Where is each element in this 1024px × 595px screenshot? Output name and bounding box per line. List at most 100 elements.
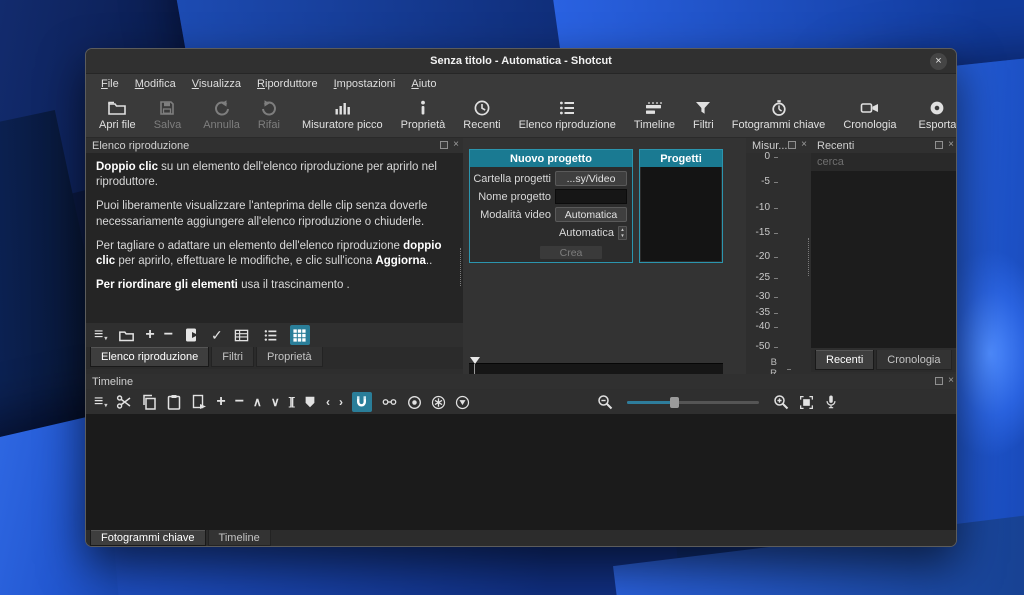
ripple-all-tracks-button[interactable]: [455, 395, 470, 410]
project-name-input[interactable]: [555, 189, 627, 204]
save-button[interactable]: Salva: [145, 93, 191, 137]
timeline-remove-button[interactable]: −: [235, 394, 244, 410]
save-icon: [158, 99, 176, 117]
marker-button[interactable]: [303, 395, 317, 409]
project-folder-button[interactable]: ...sy/Video: [555, 171, 627, 186]
filters-button[interactable]: Filtri: [684, 93, 723, 137]
playlist-open-button[interactable]: [116, 325, 136, 345]
clock-icon: [473, 99, 491, 117]
search-placeholder: cerca: [817, 156, 844, 168]
window-title: Senza titolo - Automatica - Shotcut: [430, 55, 612, 67]
playhead-icon[interactable]: [470, 357, 480, 364]
split-button[interactable]: ][: [289, 397, 294, 408]
playlist-toolbar: ≡▾ + − ✓: [86, 323, 463, 347]
copy-button[interactable]: [141, 394, 157, 410]
slider-handle[interactable]: [670, 397, 679, 408]
tab-elenco-riproduzione[interactable]: Elenco riproduzione: [90, 347, 209, 367]
zoom-in-button[interactable]: [773, 394, 789, 410]
view-icons-button[interactable]: [290, 325, 310, 345]
timeline-zoom-slider[interactable]: [627, 395, 759, 409]
menu-aiuto[interactable]: Aiuto: [404, 77, 443, 91]
float-panel-icon[interactable]: [440, 141, 448, 149]
overwrite-button[interactable]: ∨: [271, 396, 280, 408]
funnel-icon: [694, 99, 712, 117]
recent-title: Recenti: [817, 140, 854, 152]
video-mode-button[interactable]: Automatica: [555, 207, 627, 222]
peak-meter-icon: [333, 99, 351, 117]
float-panel-icon[interactable]: [935, 377, 943, 385]
menu-modifica[interactable]: Modifica: [128, 77, 183, 91]
player-panel: Nuovo progetto Cartella progetti ...sy/V…: [463, 138, 746, 374]
splitter-handle[interactable]: [460, 248, 461, 286]
ripple-button[interactable]: [431, 395, 446, 410]
timeline-append-plus-button[interactable]: +: [216, 394, 225, 410]
cut-button[interactable]: [116, 394, 132, 410]
projects-list[interactable]: [641, 167, 721, 261]
tab-proprieta[interactable]: Proprietà: [256, 347, 323, 367]
menu-impostazioni[interactable]: Impostazioni: [327, 77, 403, 91]
playlist-panel-header: Elenco riproduzione ×: [86, 138, 463, 153]
window-close-button[interactable]: ×: [930, 53, 947, 70]
redo-icon: [260, 99, 278, 117]
record-audio-button[interactable]: [824, 394, 838, 410]
timeline-track-area[interactable]: [86, 414, 957, 530]
menu-riproduttore[interactable]: Riporduttore: [250, 77, 325, 91]
view-details-button[interactable]: [232, 325, 252, 345]
next-marker-button[interactable]: ›: [339, 396, 343, 408]
main-toolbar: Apri file Salva Annulla Rifai Misuratore…: [86, 93, 956, 138]
open-folder-icon: [107, 99, 127, 117]
close-panel-icon[interactable]: ×: [948, 140, 954, 150]
close-panel-icon[interactable]: ×: [453, 140, 459, 150]
close-panel-icon[interactable]: ×: [801, 140, 807, 150]
playlist-check-button[interactable]: ✓: [211, 328, 223, 342]
menubar: File Modifica Visualizza Riporduttore Im…: [86, 74, 956, 93]
menu-visualizza[interactable]: Visualizza: [185, 77, 248, 91]
create-project-button[interactable]: Crea: [539, 245, 603, 260]
timeline-title: Timeline: [92, 376, 133, 388]
projects-box: Progetti: [639, 149, 723, 263]
tab-recenti[interactable]: Recenti: [815, 350, 874, 370]
mode-combo-spinner[interactable]: ▲▼: [618, 226, 627, 240]
playlist-add-button[interactable]: +: [145, 327, 154, 343]
camcorder-icon: [860, 99, 880, 117]
history-button[interactable]: Cronologia: [834, 93, 905, 137]
undo-button[interactable]: Annulla: [194, 93, 249, 137]
export-button[interactable]: Esporta: [910, 93, 957, 137]
playlist-update-button[interactable]: [182, 325, 202, 345]
properties-button[interactable]: Proprietà: [392, 93, 455, 137]
center-playhead-button[interactable]: [407, 395, 422, 410]
redo-button[interactable]: Rifai: [249, 93, 289, 137]
recent-search-input[interactable]: cerca: [811, 153, 957, 171]
fit-timeline-button[interactable]: [799, 395, 814, 410]
snap-magnet-button[interactable]: [352, 392, 372, 412]
float-panel-icon[interactable]: [935, 141, 943, 149]
playlist-tabbar: Elenco riproduzione Filtri Proprietà: [86, 347, 463, 369]
float-panel-icon[interactable]: [788, 141, 796, 149]
menu-file[interactable]: File: [94, 77, 126, 91]
timeline-button[interactable]: Timeline: [625, 93, 684, 137]
paste-button[interactable]: [166, 394, 182, 410]
zoom-out-button[interactable]: [597, 394, 613, 410]
playlist-menu-button[interactable]: ≡▾: [94, 327, 107, 343]
titlebar[interactable]: Senza titolo - Automatica - Shotcut ×: [86, 49, 956, 74]
playlist-button[interactable]: Elenco riproduzione: [510, 93, 625, 137]
playlist-remove-button[interactable]: −: [164, 327, 173, 343]
tab-timeline[interactable]: Timeline: [208, 530, 271, 546]
timeline-menu-button[interactable]: ≡▾: [94, 394, 107, 410]
scrub-while-dragging-button[interactable]: [381, 395, 398, 409]
view-tiles-button[interactable]: [261, 325, 281, 345]
timeline-icon: [644, 99, 664, 117]
recent-button[interactable]: Recenti: [454, 93, 509, 137]
recent-list[interactable]: [811, 171, 957, 348]
open-file-button[interactable]: Apri file: [90, 93, 145, 137]
close-panel-icon[interactable]: ×: [948, 376, 954, 386]
tab-fotogrammi-chiave[interactable]: Fotogrammi chiave: [90, 530, 206, 546]
lift-button[interactable]: ∧: [253, 396, 262, 408]
append-button[interactable]: [191, 394, 207, 410]
prev-marker-button[interactable]: ‹: [326, 396, 330, 408]
keyframes-button[interactable]: Fotogrammi chiave: [723, 93, 835, 137]
splitter-handle[interactable]: [808, 238, 809, 276]
peak-meter-button[interactable]: Misuratore picco: [293, 93, 392, 137]
tab-cronologia[interactable]: Cronologia: [876, 350, 951, 370]
tab-filtri[interactable]: Filtri: [211, 347, 254, 367]
